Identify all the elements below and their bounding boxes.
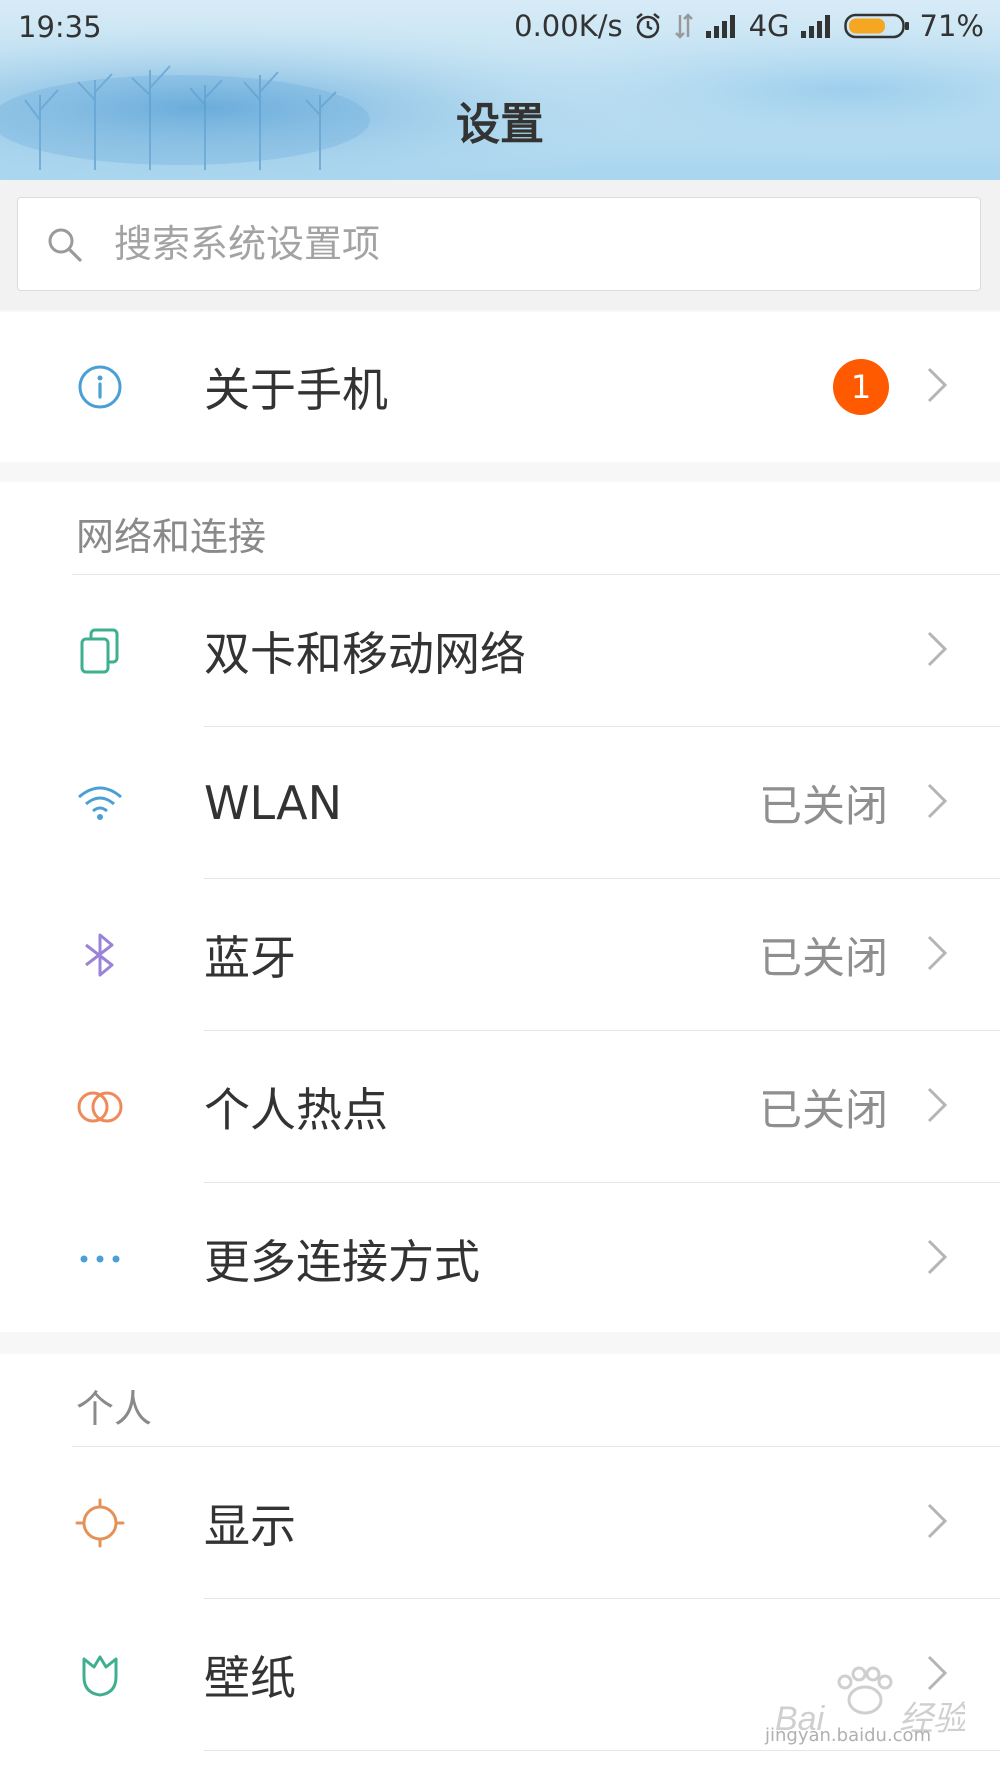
bluetooth-label: 蓝牙: [204, 930, 296, 985]
wallpaper-label: 壁纸: [204, 1650, 296, 1705]
more-connections-label: 更多连接方式: [204, 1234, 480, 1289]
bluetooth-status: 已关闭: [759, 933, 888, 984]
network-section: 网络和连接 双卡和移动网络 WLAN 已关闭 蓝牙 已关闭 个人热点 已关闭 更…: [0, 482, 1000, 1332]
sim-card-icon: [72, 623, 128, 679]
about-group: 关于手机 1: [0, 312, 1000, 462]
more-connections-row[interactable]: 更多连接方式: [0, 1183, 1000, 1334]
chevron-right-icon: [926, 934, 948, 976]
signal-icon: [705, 13, 739, 39]
bluetooth-row[interactable]: 蓝牙 已关闭: [0, 879, 1000, 1030]
search-input[interactable]: [114, 198, 954, 290]
battery-icon: [843, 12, 910, 40]
brightness-icon: [72, 1495, 128, 1551]
alarm-icon: [633, 11, 663, 41]
dual-sim-row[interactable]: 双卡和移动网络: [0, 575, 1000, 726]
chevron-right-icon: [926, 782, 948, 824]
hotspot-status: 已关闭: [759, 1085, 888, 1136]
network-type: 4G: [748, 9, 790, 43]
search-area: [0, 180, 1000, 310]
bluetooth-icon: [72, 927, 128, 983]
chevron-right-icon: [926, 1238, 948, 1280]
wlan-row[interactable]: WLAN 已关闭: [0, 727, 1000, 878]
battery-percent: 71%: [919, 9, 984, 43]
watermark-text: jingyan.baidu.com: [765, 1725, 932, 1746]
display-row[interactable]: 显示: [0, 1447, 1000, 1598]
chevron-right-icon: [926, 366, 948, 408]
display-label: 显示: [204, 1498, 296, 1553]
signal-icon-2: [800, 13, 834, 39]
status-time: 19:35: [18, 10, 102, 44]
page-title: 设置: [456, 99, 544, 150]
section-title-network: 网络和连接: [76, 515, 267, 559]
hotspot-icon: [72, 1079, 128, 1135]
search-icon: [48, 228, 82, 262]
data-transfer-icon: [673, 11, 695, 41]
wallpaper-icon: [72, 1647, 128, 1703]
about-phone-row[interactable]: 关于手机 1: [0, 312, 1000, 462]
dual-sim-label: 双卡和移动网络: [204, 626, 526, 681]
chevron-right-icon: [926, 1086, 948, 1128]
wlan-label: WLAN: [204, 775, 343, 830]
section-title-personal: 个人: [76, 1387, 153, 1431]
more-dots-icon: [72, 1231, 128, 1287]
hotspot-row[interactable]: 个人热点 已关闭: [0, 1031, 1000, 1182]
about-phone-label: 关于手机: [204, 363, 388, 417]
info-icon: [72, 359, 128, 415]
hotspot-label: 个人热点: [204, 1082, 388, 1137]
status-right-group: 0.00K/s 4G 71%: [514, 9, 984, 43]
wlan-status: 已关闭: [759, 781, 888, 832]
header: 19:35 0.00K/s 4G 71% 设置: [0, 0, 1000, 180]
status-bar: 19:35 0.00K/s 4G 71%: [0, 0, 1000, 54]
net-speed: 0.00K/s: [514, 9, 623, 43]
update-badge: 1: [833, 359, 889, 415]
chevron-right-icon: [926, 1502, 948, 1544]
search-box[interactable]: [17, 197, 981, 291]
wifi-icon: [72, 775, 128, 831]
chevron-right-icon: [926, 630, 948, 672]
